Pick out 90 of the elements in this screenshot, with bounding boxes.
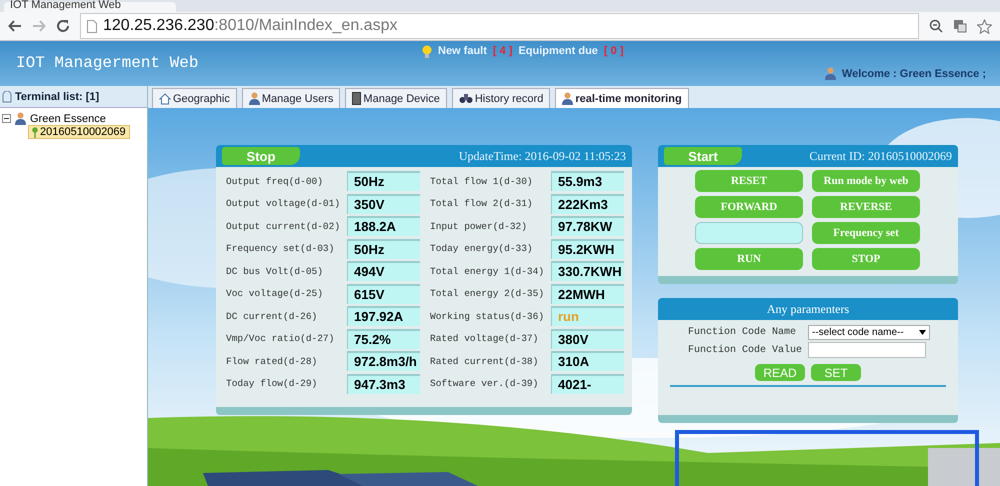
reading-value: 4021- bbox=[551, 374, 624, 394]
reading-label: Software ver.(d-39) bbox=[430, 378, 540, 390]
reading-value: 222Km3 bbox=[551, 194, 624, 214]
reading-label: Output current(d-02) bbox=[226, 220, 342, 232]
address-field[interactable]: 120.25.236.230:8010/MainIndex_en.aspx bbox=[80, 13, 919, 39]
page-icon bbox=[87, 20, 97, 32]
reading-value: 22MWH bbox=[551, 284, 624, 304]
reading-label: Working status(d-36) bbox=[430, 310, 546, 322]
control-button[interactable]: STOP bbox=[812, 248, 920, 270]
reading-label: DC bus Volt(d-05) bbox=[226, 266, 324, 277]
due-count: [ 0 ] bbox=[604, 45, 624, 57]
current-id: Current ID: 20160510002069 bbox=[809, 148, 953, 164]
reading-label: Rated voltage(d-37) bbox=[430, 333, 540, 344]
sidebar-title: Terminal list: [1] bbox=[15, 90, 100, 102]
nav-tab[interactable]: History record bbox=[452, 88, 550, 108]
frequency-field[interactable] bbox=[695, 222, 803, 244]
reading-value: 350V bbox=[347, 194, 420, 214]
reading-label: Total energy 1(d-34) bbox=[430, 266, 546, 277]
reading-label: Total flow 1(d-30) bbox=[430, 176, 534, 187]
reading-label: Flow rated(d-28) bbox=[226, 356, 318, 367]
reading-value: 75.2% bbox=[347, 328, 420, 349]
param-button[interactable]: READ bbox=[755, 364, 805, 381]
reading-value: 50Hz bbox=[347, 238, 420, 259]
house-icon bbox=[159, 92, 171, 104]
reading-value: 97.78KW bbox=[551, 216, 624, 236]
user-icon bbox=[15, 112, 26, 125]
reading-value: 188.2A bbox=[347, 216, 420, 236]
reading-value: 55.9m3 bbox=[551, 171, 624, 192]
binoculars-icon bbox=[458, 93, 473, 104]
back-icon[interactable] bbox=[8, 19, 22, 33]
field-label: Function Code Value bbox=[688, 344, 804, 356]
reading-label: Vmp/Voc ratio(d-27) bbox=[226, 333, 336, 344]
fault-count: [ 4 ] bbox=[492, 45, 512, 57]
caret-icon bbox=[919, 330, 926, 335]
bulb-icon bbox=[422, 45, 432, 59]
reading-label: DC current(d-26) bbox=[226, 310, 318, 322]
app-title: IOT Managerment Web bbox=[15, 53, 200, 74]
reading-value: 310A bbox=[551, 351, 624, 372]
control-button[interactable]: Frequency set bbox=[812, 222, 920, 244]
field-label: Function Code Name bbox=[688, 327, 798, 338]
control-button[interactable]: RUN bbox=[695, 248, 803, 270]
code-value-field[interactable] bbox=[808, 342, 926, 358]
tree-item[interactable]: Green Essence bbox=[30, 112, 106, 124]
reading-value: 330.7KWH bbox=[551, 261, 624, 282]
star-icon[interactable] bbox=[977, 18, 992, 34]
reading-label: Frequency set(d-03) bbox=[226, 243, 336, 254]
reading-label: Today energy(d-33) bbox=[430, 243, 534, 254]
tree-item[interactable]: 20160510002069 bbox=[28, 125, 130, 139]
due-label: Equipment due bbox=[518, 45, 598, 57]
code-name-select[interactable]: --select code name-- bbox=[808, 325, 930, 340]
reading-label: Input power(d-32) bbox=[430, 220, 528, 232]
nav-tab[interactable]: Manage Users bbox=[242, 88, 340, 108]
reading-label: Today flow(d-29) bbox=[226, 378, 318, 390]
panel-title: Any paramenters bbox=[658, 298, 958, 320]
control-button[interactable]: REVERSE bbox=[812, 196, 920, 218]
reading-value: 95.2KWH bbox=[551, 238, 624, 259]
user-icon bbox=[562, 92, 574, 105]
user-icon bbox=[824, 67, 836, 80]
reading-label: Rated current(d-38) bbox=[430, 356, 540, 367]
pin-icon bbox=[32, 126, 38, 138]
reading-value: run bbox=[551, 306, 624, 326]
start-button[interactable]: Start bbox=[664, 147, 742, 165]
reading-label: Total flow 2(d-31) bbox=[430, 198, 534, 210]
user-icon bbox=[248, 92, 260, 105]
nav-tab[interactable]: Manage Device bbox=[345, 88, 447, 108]
reading-value: 972.8m3/h bbox=[347, 351, 420, 372]
device-icon bbox=[352, 92, 362, 105]
nav-tab[interactable]: real-time monitoring bbox=[555, 88, 689, 108]
reading-value: 50Hz bbox=[347, 171, 420, 192]
nav-tab[interactable]: Geographic bbox=[152, 88, 237, 108]
reading-value: 615V bbox=[347, 284, 420, 304]
fault-label: New fault bbox=[438, 45, 487, 57]
control-button[interactable]: Run mode by web bbox=[812, 170, 920, 192]
welcome-text: Welcome : Green Essence ; bbox=[842, 68, 986, 80]
param-button[interactable]: SET bbox=[811, 364, 861, 381]
collapse-icon[interactable] bbox=[2, 114, 11, 123]
update-time: UpdateTime: 2016-09-02 11:05:23 bbox=[458, 148, 627, 164]
control-button[interactable]: FORWARD bbox=[695, 196, 803, 218]
reading-value: 947.3m3 bbox=[347, 374, 420, 394]
reading-value: 494V bbox=[347, 261, 420, 282]
stop-button[interactable]: Stop bbox=[222, 147, 300, 165]
reading-label: Output voltage(d-01) bbox=[226, 198, 342, 210]
reading-value: 197.92A bbox=[347, 306, 420, 326]
control-button[interactable]: RESET bbox=[695, 170, 803, 192]
zoom-icon[interactable] bbox=[929, 19, 943, 33]
reading-label: Output freq(d-00) bbox=[226, 176, 324, 187]
reading-value: 380V bbox=[551, 328, 624, 349]
reload-icon[interactable] bbox=[56, 19, 70, 33]
reading-label: Voc voltage(d-25) bbox=[226, 288, 324, 300]
reading-label: Total energy 2(d-35) bbox=[430, 288, 546, 300]
